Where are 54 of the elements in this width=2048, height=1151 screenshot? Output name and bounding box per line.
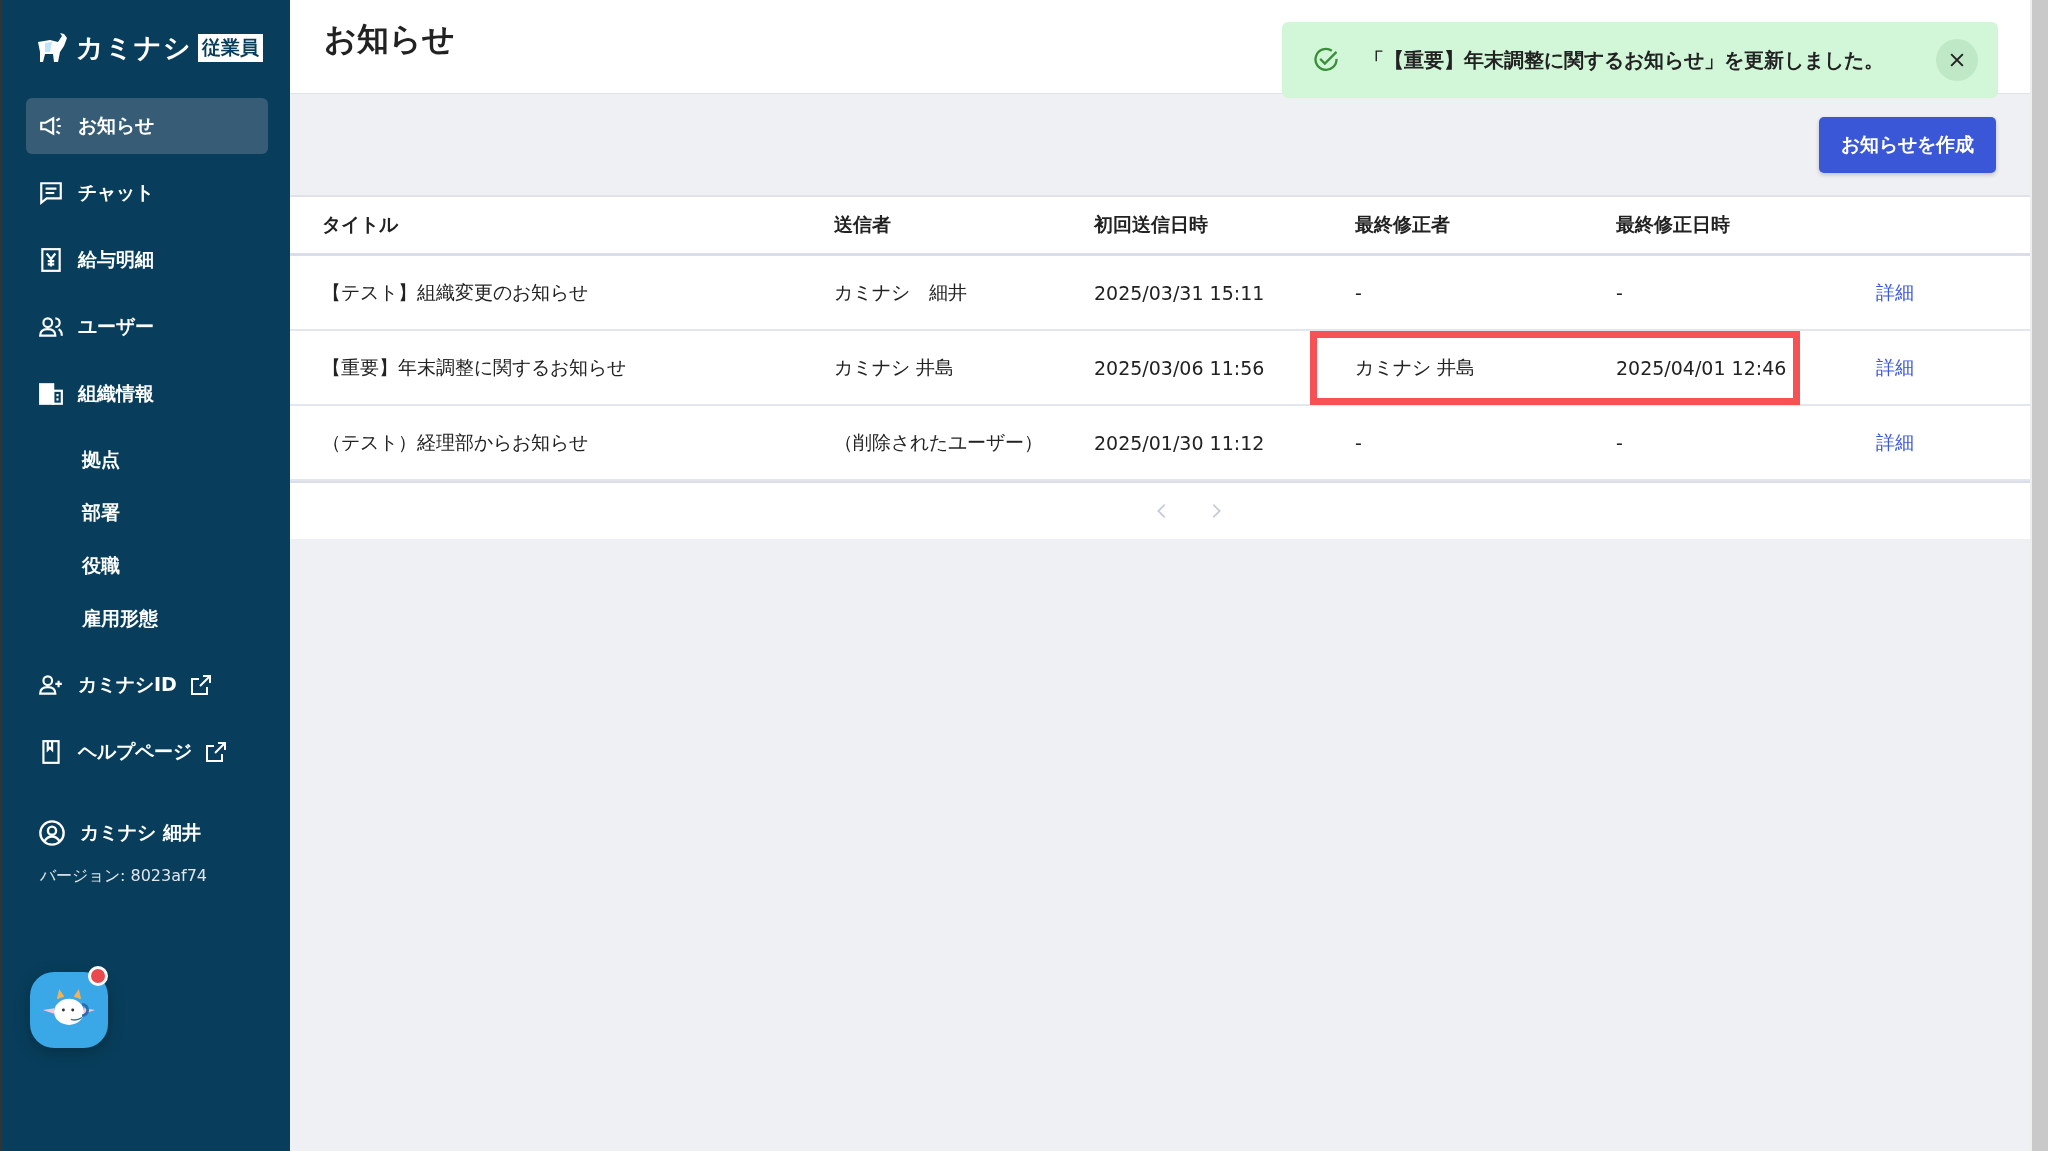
goat-logo-icon: [36, 32, 70, 64]
column-header: 送信者: [834, 212, 892, 237]
table-cell-text: -: [1616, 281, 1624, 304]
table-cell-text: 2025/01/30 11:12: [1094, 431, 1266, 454]
page-title: お知らせ: [324, 18, 455, 60]
sidebar-item[interactable]: 組織情報: [26, 366, 268, 422]
external-link-icon: [188, 673, 213, 697]
column-header: 最終修正者: [1355, 212, 1451, 237]
users-icon: [38, 314, 64, 340]
table-cell-text: （削除されたユーザー）: [834, 429, 1044, 455]
logo-badge: 従業員: [198, 34, 263, 62]
user-menu[interactable]: カミナシ 細井: [26, 805, 268, 861]
column-header: タイトル: [322, 212, 399, 237]
sidebar-subitem[interactable]: 部署: [26, 486, 268, 539]
sidebar-item[interactable]: 給与明細: [26, 232, 268, 288]
table-cell-text: カミナシ 井島: [1355, 354, 1477, 380]
logo-text: カミナシ: [76, 31, 192, 65]
table-cell-text: -: [1355, 431, 1363, 454]
chat-icon: [38, 180, 64, 206]
detail-link[interactable]: 詳細: [1876, 279, 1914, 306]
support-chat-button[interactable]: [30, 972, 108, 1048]
sidebar-item[interactable]: チャット: [26, 165, 268, 221]
version-text: バージョン: 8023af74: [39, 866, 208, 887]
create-notice-button[interactable]: お知らせを作成: [1819, 117, 1996, 173]
table-cell-text: （テスト）経理部からお知らせ: [322, 429, 589, 455]
table-cell-text: -: [1355, 281, 1363, 304]
building-icon: [38, 381, 64, 407]
close-button[interactable]: [1936, 39, 1978, 81]
sidebar-item[interactable]: お知らせ: [26, 98, 268, 154]
table-cell-text: 【重要】年末調整に関するお知らせ: [322, 354, 627, 380]
sidebar-subitem[interactable]: 拠点: [26, 433, 268, 486]
table-cell-text: 2025/04/01 12:46: [1616, 356, 1788, 379]
sidebar-item[interactable]: ユーザー: [26, 299, 268, 355]
sidebar-link[interactable]: カミナシID: [26, 657, 268, 713]
column-header: 初回送信日時: [1094, 212, 1209, 237]
user-avatar-icon: [38, 819, 66, 847]
table-cell-text: 【テスト】組織変更のお知らせ: [322, 279, 589, 305]
column-header: 最終修正日時: [1616, 212, 1731, 237]
scrollbar[interactable]: [2030, 0, 2048, 1151]
toast-message: 「【重要】年末調整に関するお知らせ」を更新しました。: [1364, 46, 1885, 74]
table-cell-text: カミナシ 井島: [834, 354, 956, 380]
table-cell-text: 2025/03/06 11:56: [1094, 356, 1266, 379]
detail-link[interactable]: 詳細: [1876, 429, 1914, 456]
detail-link[interactable]: 詳細: [1876, 354, 1914, 381]
sidebar-subitem[interactable]: 役職: [26, 539, 268, 592]
yen-document-icon: [38, 247, 64, 273]
check-circle-icon: [1312, 46, 1340, 74]
table-cell-text: 2025/03/31 15:11: [1094, 281, 1266, 304]
table-cell-text: カミナシ 細井: [834, 279, 968, 305]
sidebar-subitem[interactable]: 雇用形態: [26, 592, 268, 645]
table-cell-text: -: [1616, 431, 1624, 454]
sidebar-link[interactable]: ヘルプページ: [26, 724, 268, 780]
external-link-icon: [204, 740, 228, 764]
user-add-icon: [38, 672, 64, 698]
